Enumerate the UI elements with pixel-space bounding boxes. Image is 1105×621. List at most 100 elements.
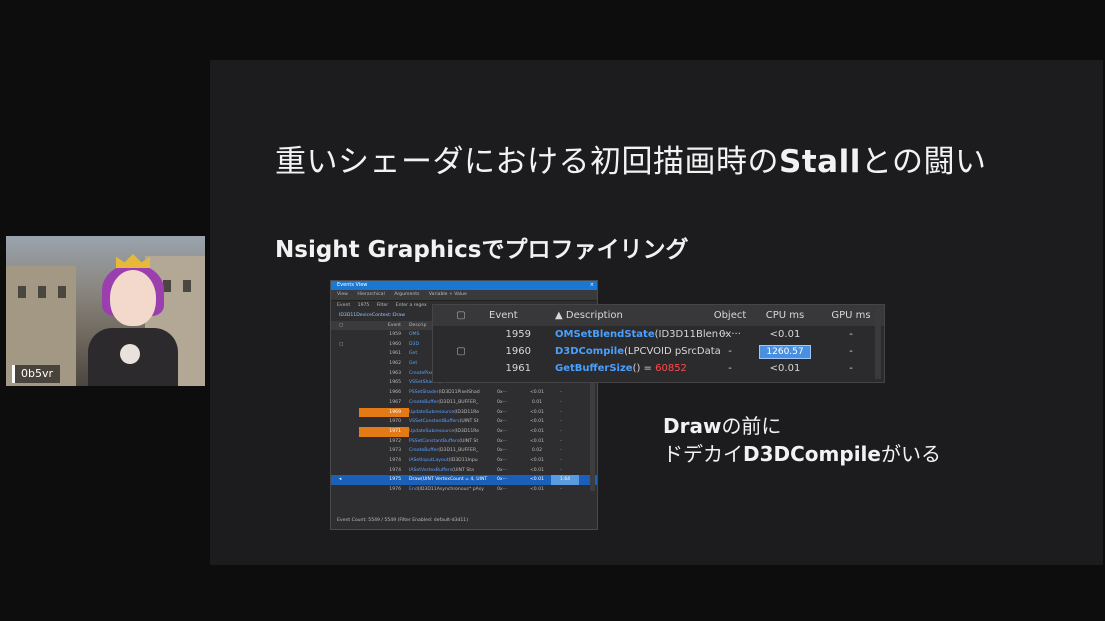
table-row[interactable]: 1976 End(ID3D11Asynchronous* pAsy 0x··· <0.… <box>331 485 597 495</box>
bookmark-icon[interactable] <box>339 349 359 359</box>
table-row[interactable]: 1959 OMSetBlendState(ID3D11Blen··· 0x···… <box>433 326 884 343</box>
table-row[interactable]: 1969 UpdateSubresource(ID3D11Re 0x··· <0.01… <box>331 407 597 418</box>
cpu-ms: <0.01 <box>529 409 545 415</box>
scrollbar[interactable] <box>875 309 881 379</box>
bookmark-icon[interactable] <box>339 398 359 408</box>
filter-label: Filter <box>376 303 389 308</box>
function-name: OMS <box>409 332 420 337</box>
window <box>163 280 171 292</box>
event-column-header[interactable]: Event <box>359 321 409 330</box>
table-row[interactable]: 1967 CreateBuffer(D3D11_BUFFER_ 0x··· 0.01- <box>331 398 597 408</box>
toolbar-view[interactable]: View <box>337 292 348 297</box>
bookmark-icon[interactable] <box>339 466 359 476</box>
bookmark-icon[interactable] <box>339 388 359 398</box>
event-number: 1973 <box>389 448 401 454</box>
gpu-ms: - <box>849 346 853 357</box>
event-count: Event Count: 5549 / 5549 (Filter Enabled… <box>337 518 468 523</box>
gpu-ms: - <box>560 390 562 396</box>
function-name: PSSetShader <box>409 390 439 396</box>
table-row[interactable]: 1966 PSSetShader(ID3D11PixelShad 0x··· <0.0… <box>331 388 597 398</box>
event-number: 1971 <box>359 426 409 437</box>
event-number: 1975 <box>389 477 401 483</box>
event-number: 1965 <box>389 380 401 386</box>
event-field[interactable]: 1975 <box>358 303 370 308</box>
event-description: Draw(UINT VertexCount = 4, UINT <box>409 475 497 485</box>
bookmark-icon[interactable]: ▢ <box>339 340 359 350</box>
bookmark-icon[interactable] <box>339 417 359 427</box>
table-row[interactable]: 1971 UpdateSubresource(ID3D11Re 0x··· <0.01… <box>331 426 597 437</box>
table-row[interactable]: 1970 VSSetConstantBuffers(UINT St 0x··· <0.… <box>331 417 597 427</box>
function-name: IASetVertexBuffers <box>409 467 453 473</box>
toolbar-mode[interactable]: Hierarchical <box>357 292 384 297</box>
description-column-header[interactable]: ▲ Description <box>555 305 713 326</box>
event-description: D3DCompile(LPCVOID pSrcData <box>555 346 721 357</box>
toolbar-value-mode[interactable]: Variable + Value <box>429 292 467 297</box>
function-name: VSSetConstantBuffers <box>409 419 460 425</box>
bookmark-column: ▢ <box>339 323 344 328</box>
gpu-ms: - <box>560 438 562 444</box>
table-row[interactable]: 1961 GetBufferSize() = 60852 - <0.01 - <box>433 360 884 377</box>
table-row[interactable]: ◂ 1975 Draw(UINT VertexCount = 4, UINT 0x··… <box>331 475 597 486</box>
bookmark-icon[interactable] <box>339 408 359 418</box>
event-number: 1974 <box>389 467 401 473</box>
object-value: 0x··· <box>497 428 508 434</box>
window-title: Events View <box>337 282 368 288</box>
gpu-ms: - <box>560 419 562 425</box>
bookmark-icon[interactable] <box>339 437 359 447</box>
filter-input[interactable]: Enter a regex <box>396 303 427 308</box>
table-row[interactable]: ▢ 1960 D3DCompile(LPCVOID pSrcData - 126… <box>433 343 884 360</box>
window <box>38 286 46 298</box>
event-number: 1961 <box>505 363 531 374</box>
table-row[interactable]: 1973 CreateBuffer(D3D11_BUFFER_ 0x··· 0.02- <box>331 446 597 456</box>
function-name: PSSetConstantBuffers <box>409 438 460 444</box>
bookmark-icon[interactable]: ▢ <box>433 343 489 360</box>
bookmark-icon[interactable] <box>339 378 359 388</box>
gpu-ms: - <box>849 329 853 340</box>
event-number: 1967 <box>389 399 401 405</box>
bookmark-icon[interactable] <box>339 446 359 456</box>
bookmark-icon[interactable] <box>339 330 359 340</box>
gpu-ms: - <box>560 409 562 415</box>
object-value: - <box>728 346 732 357</box>
cpu-ms: <0.01 <box>529 419 545 425</box>
event-description: IASetInputLayout(ID3D11Inpu <box>409 456 497 466</box>
cpu-ms: <0.01 <box>529 428 545 434</box>
cpu-ms: <0.01 <box>529 467 545 473</box>
bookmark-icon[interactable] <box>339 359 359 369</box>
bookmark-icon[interactable]: ▢ <box>433 305 489 326</box>
window <box>183 280 191 292</box>
events-view-titlebar[interactable]: Events View × <box>331 281 597 290</box>
window <box>18 286 26 298</box>
bookmark-icon[interactable]: ◂ <box>339 475 359 485</box>
cpu-ms: <0.01 <box>529 457 545 463</box>
event-description: CreateBuffer(D3D11_BUFFER_ <box>409 446 497 456</box>
event-number: 1959 <box>389 332 401 337</box>
object-value: 0x··· <box>497 477 508 483</box>
function-args: (UINT VertexCount = 4, UINT <box>421 477 488 483</box>
toolbar-arguments[interactable]: Arguments <box>394 292 419 297</box>
object-value: - <box>728 363 732 374</box>
event-description: UpdateSubresource(ID3D11Re <box>409 408 497 418</box>
cpu-ms: <0.01 <box>529 438 545 444</box>
function-name: IASetInputLayout <box>409 457 449 463</box>
object-value: 0x··· <box>497 390 508 396</box>
gpu-bar: 1.64 <box>551 475 579 486</box>
table-row[interactable]: 1974 IASetVertexBuffers(UINT Sta 0x··· <0.0… <box>331 466 597 476</box>
function-args: (D3D11_BUFFER_ <box>438 448 479 454</box>
bookmark-icon[interactable] <box>339 427 359 437</box>
table-row[interactable]: 1972 PSSetConstantBuffers(UINT St 0x··· <0.… <box>331 437 597 447</box>
bookmark-icon[interactable] <box>339 485 359 495</box>
table-row[interactable]: 1974 IASetInputLayout(ID3D11Inpu 0x··· <0.0… <box>331 456 597 466</box>
object-column-header[interactable]: Object <box>713 305 747 326</box>
bookmark-icon[interactable] <box>339 369 359 379</box>
cpu-column-header[interactable]: CPU ms <box>747 305 823 326</box>
close-icon[interactable]: × <box>590 281 594 290</box>
event-column-header[interactable]: Event <box>489 305 555 326</box>
event-number: 1962 <box>389 361 401 367</box>
bookmark-icon[interactable] <box>339 456 359 466</box>
event-number: 1960 <box>505 346 531 357</box>
cpu-ms: <0.01 <box>529 477 545 483</box>
event-description: GetBufferSize() = 60852 <box>555 363 687 374</box>
event-description: PSSetShader(ID3D11PixelShad <box>409 388 497 398</box>
gpu-column-header[interactable]: GPU ms <box>823 305 879 326</box>
